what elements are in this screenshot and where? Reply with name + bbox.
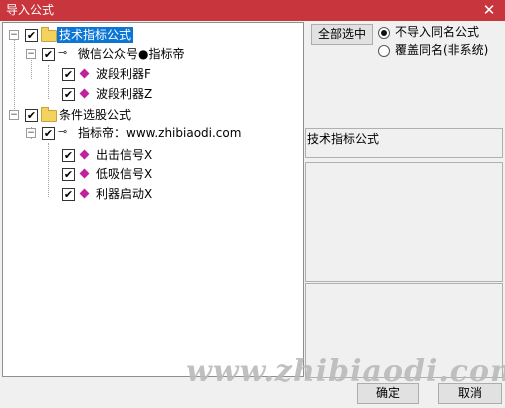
select-all-button[interactable]: 全部选中 [311, 24, 373, 45]
close-icon[interactable]: ✕ [481, 1, 497, 19]
radio-overwrite-duplicates[interactable] [378, 45, 390, 57]
folder-icon [41, 27, 57, 42]
collapse-icon[interactable]: − [9, 30, 19, 40]
checkbox[interactable]: ✔ [42, 127, 55, 140]
tree-node-label[interactable]: 条件选股公式 [59, 107, 131, 123]
tree-node-formula[interactable]: ✔ 波段利器Z [3, 85, 303, 103]
tree-node-label[interactable]: 技术指标公式 [57, 27, 134, 43]
folder-icon [41, 107, 57, 122]
tree-node-wechat-author[interactable]: − ✔ ⊸ 微信公众号●指标帝 [3, 45, 303, 63]
tree-node-formula[interactable]: ✔ 出击信号X [3, 146, 303, 164]
formula-icon [79, 188, 90, 199]
formula-type-text: 技术指标公式 [307, 132, 380, 146]
radio-skip-duplicates-label[interactable]: 不导入同名公式 [395, 24, 479, 40]
checkbox[interactable]: ✔ [62, 188, 75, 201]
tree-node-label[interactable]: 波段利器Z [96, 86, 152, 102]
window-title: 导入公式 [6, 3, 55, 17]
tree-node-label[interactable]: 出击信号X [96, 147, 152, 163]
checkbox[interactable]: ✔ [42, 48, 55, 61]
checkbox[interactable]: ✔ [62, 149, 75, 162]
checkbox[interactable]: ✔ [62, 88, 75, 101]
formula-icon [79, 88, 90, 99]
tree-node-stock-selection-formulas[interactable]: − ✔ 条件选股公式 [3, 106, 303, 124]
formula-type-box: 技术指标公式 [305, 128, 503, 158]
checkbox[interactable]: ✔ [25, 109, 38, 122]
collapse-icon[interactable]: − [26, 128, 36, 138]
tree-node-label[interactable]: 利器启动X [96, 186, 152, 202]
checkbox[interactable]: ✔ [62, 168, 75, 181]
key-icon: ⊸ [58, 46, 68, 59]
checkbox[interactable]: ✔ [25, 29, 38, 42]
tree-node-formula[interactable]: ✔ 低吸信号X [3, 165, 303, 183]
collapse-icon[interactable]: − [9, 110, 19, 120]
tree-node-label[interactable]: 低吸信号X [96, 166, 152, 182]
formula-icon [79, 149, 90, 160]
tree-node-formula[interactable]: ✔ 波段利器F [3, 65, 303, 83]
tree-node-label[interactable]: 指标帝：www.zhibiaodi.com [78, 125, 241, 141]
title-bar: 导入公式 ✕ [0, 0, 505, 21]
formula-icon [79, 68, 90, 79]
checkbox[interactable]: ✔ [62, 68, 75, 81]
cancel-button[interactable]: 取消 [438, 383, 502, 404]
radio-skip-duplicates[interactable] [378, 27, 390, 39]
radio-overwrite-duplicates-label[interactable]: 覆盖同名(非系统) [395, 42, 488, 58]
tree-node-label[interactable]: 微信公众号●指标帝 [78, 46, 184, 62]
tree-node-formula[interactable]: ✔ 利器启动X [3, 185, 303, 203]
collapse-icon[interactable]: − [26, 49, 36, 59]
formula-tree[interactable]: − ✔ 技术指标公式 − ✔ ⊸ 微信公众号●指标帝 ✔ 波段利器F ✔ 波段利… [2, 22, 304, 377]
tree-node-author-site[interactable]: − ✔ ⊸ 指标帝：www.zhibiaodi.com [3, 124, 303, 142]
formula-description-panel [305, 162, 503, 282]
tree-node-technical-formulas[interactable]: − ✔ 技术指标公式 [3, 26, 303, 44]
key-icon: ⊸ [58, 125, 68, 138]
tree-node-label[interactable]: 波段利器F [96, 66, 151, 82]
formula-icon [79, 168, 90, 179]
ok-button[interactable]: 确定 [357, 383, 419, 404]
